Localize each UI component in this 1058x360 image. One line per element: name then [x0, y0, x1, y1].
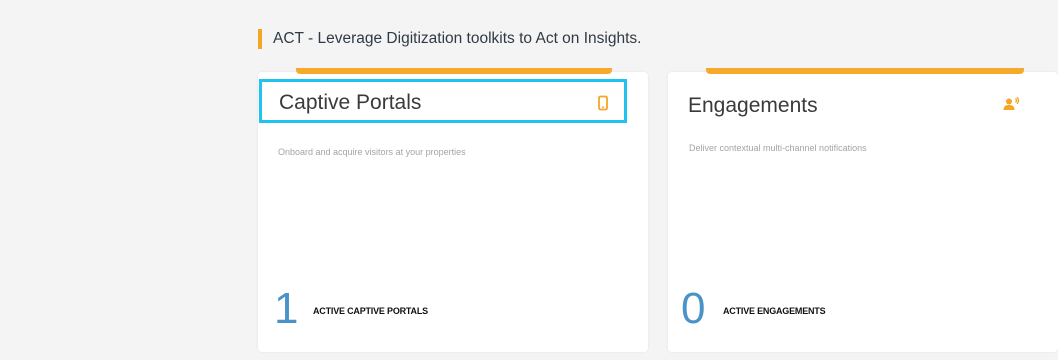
engagements-card[interactable]: Engagements Deliver contextual multi-cha…	[668, 68, 1058, 352]
active-count: 0	[681, 284, 706, 333]
card-title[interactable]: Engagements	[688, 94, 818, 118]
selection-highlight	[259, 79, 627, 123]
section-title: ACT - Leverage Digitization toolkits to …	[273, 30, 642, 47]
card-description: Onboard and acquire visitors at your pro…	[278, 147, 466, 157]
section-header: ACT - Leverage Digitization toolkits to …	[258, 28, 641, 50]
active-count-label: ACTIVE ENGAGEMENTS	[723, 306, 826, 316]
card-accent-bar	[706, 68, 1024, 74]
card-description: Deliver contextual multi-channel notific…	[689, 143, 867, 153]
user-notification-icon	[1002, 96, 1020, 112]
section-marker	[258, 29, 262, 49]
active-count: 1	[274, 284, 299, 333]
card-accent-bar	[296, 68, 612, 74]
active-count-label: ACTIVE CAPTIVE PORTALS	[313, 306, 428, 316]
